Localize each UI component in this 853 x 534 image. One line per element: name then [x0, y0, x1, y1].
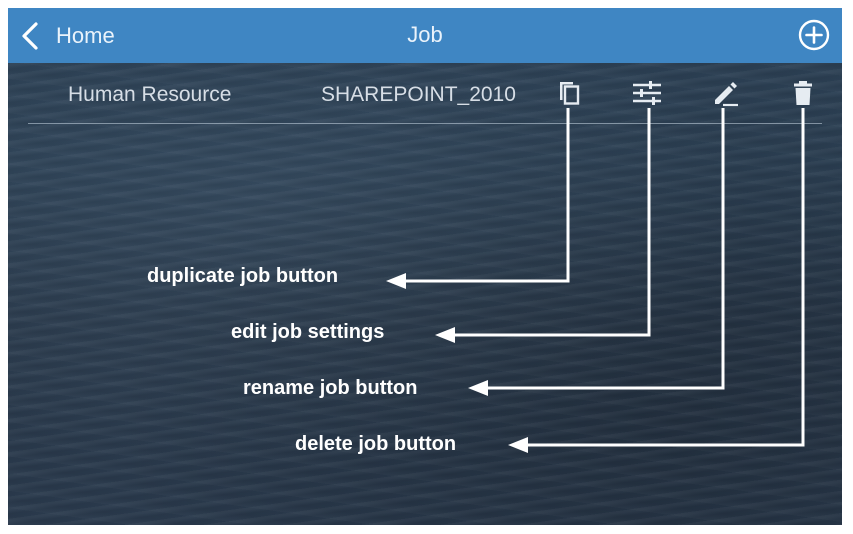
duplicate-leader-line — [404, 108, 570, 283]
rename-arrowhead — [468, 380, 488, 396]
rename-leader-line — [486, 108, 725, 390]
settings-leader-line — [453, 108, 651, 337]
settings-arrowhead — [435, 327, 455, 343]
duplicate-arrowhead — [386, 273, 406, 289]
callout-delete-job: delete job button — [295, 433, 457, 455]
job-screen: Home Job Human Resource SHAREPOINT_2010 — [8, 8, 842, 525]
delete-arrowhead — [508, 437, 528, 453]
callout-edit-job-settings: edit job settings — [231, 321, 385, 343]
callout-duplicate-job: duplicate job button — [147, 265, 339, 287]
callout-rename-job: rename job button — [243, 377, 418, 399]
